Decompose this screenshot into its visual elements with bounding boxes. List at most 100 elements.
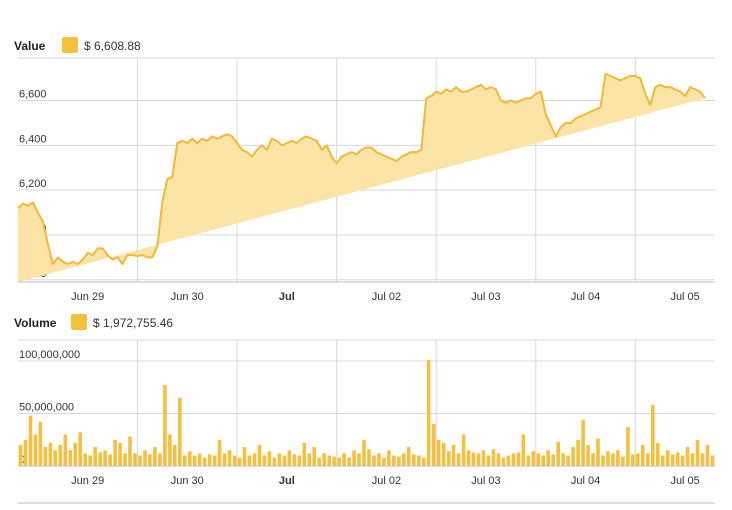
volume-bar bbox=[108, 454, 112, 466]
volume-legend: Volume $ 1,972,755.46 bbox=[14, 314, 173, 330]
x-tick-label: Jul 02 bbox=[372, 475, 401, 487]
price-volume-chart: Value $ 6,608.88 5,8006,0006,2006,4006,6… bbox=[0, 0, 732, 505]
volume-bar bbox=[303, 443, 307, 466]
volume-bar bbox=[367, 449, 371, 466]
volume-bar bbox=[273, 458, 277, 466]
volume-bar bbox=[686, 447, 690, 466]
volume-bar bbox=[586, 445, 590, 466]
volume-bar bbox=[113, 440, 117, 466]
volume-bar bbox=[83, 453, 87, 466]
volume-bar bbox=[487, 456, 491, 467]
volume-bar bbox=[546, 450, 550, 466]
volume-bar bbox=[507, 456, 511, 467]
volume-bar bbox=[492, 449, 496, 466]
volume-bar bbox=[611, 453, 615, 466]
volume-bar bbox=[203, 458, 207, 466]
volume-bar bbox=[208, 454, 212, 466]
volume-bar bbox=[98, 452, 102, 466]
volume-bar bbox=[342, 453, 346, 466]
volume-bar bbox=[382, 458, 386, 466]
volume-bar bbox=[591, 453, 595, 466]
volume-bar bbox=[556, 442, 560, 466]
volume-bar bbox=[357, 453, 361, 466]
volume-bar bbox=[581, 420, 585, 466]
volume-bar bbox=[248, 456, 252, 467]
volume-bar bbox=[54, 450, 58, 466]
volume-bar bbox=[437, 440, 441, 466]
volume-bar bbox=[606, 451, 610, 466]
volume-legend-amount: $ 1,972,755.46 bbox=[93, 316, 173, 330]
volume-bar bbox=[517, 452, 521, 466]
volume-bar bbox=[377, 453, 381, 466]
volume-bar bbox=[497, 453, 501, 466]
volume-bar bbox=[233, 456, 237, 467]
volume-bar bbox=[298, 456, 302, 467]
volume-bar bbox=[103, 450, 107, 466]
volume-bar bbox=[402, 453, 406, 466]
volume-legend-swatch bbox=[71, 314, 87, 330]
volume-bar bbox=[566, 456, 570, 467]
volume-bar bbox=[676, 452, 680, 466]
volume-bar bbox=[541, 456, 545, 467]
volume-bar bbox=[477, 453, 481, 466]
y-tick-label: 50,000,000 bbox=[19, 402, 74, 414]
x-tick-label: Jul 03 bbox=[471, 475, 500, 487]
x-tick-label: Jul 04 bbox=[571, 475, 600, 487]
volume-bar bbox=[512, 453, 516, 466]
volume-bar bbox=[691, 453, 695, 466]
volume-bar bbox=[213, 456, 217, 467]
volume-bar bbox=[621, 457, 625, 466]
volume-bar bbox=[49, 443, 53, 466]
volume-bar bbox=[74, 443, 78, 466]
volume-bar bbox=[551, 454, 555, 466]
volume-bar bbox=[671, 454, 675, 466]
value-legend-swatch bbox=[62, 37, 78, 53]
volume-bar bbox=[228, 450, 232, 466]
y-tick-label: 100,000,000 bbox=[19, 349, 80, 361]
volume-bar bbox=[88, 456, 92, 467]
volume-bar bbox=[158, 453, 162, 466]
volume-bar bbox=[163, 385, 167, 466]
volume-bar bbox=[681, 456, 685, 467]
volume-bar bbox=[288, 450, 292, 466]
volume-bar bbox=[133, 453, 137, 466]
volume-bar bbox=[238, 458, 242, 466]
volume-bar bbox=[178, 398, 182, 466]
volume-bar bbox=[641, 445, 645, 466]
volume-bar bbox=[317, 458, 321, 466]
volume-bar bbox=[283, 456, 287, 467]
volume-bar bbox=[706, 445, 710, 466]
volume-bar bbox=[253, 453, 257, 466]
volume-bar bbox=[138, 456, 142, 467]
volume-bar bbox=[312, 447, 316, 466]
volume-bar bbox=[527, 456, 531, 467]
x-tick-label: Jul 03 bbox=[471, 291, 500, 303]
y-tick-label: 6,400 bbox=[19, 133, 47, 145]
volume-bar bbox=[387, 450, 391, 466]
volume-bar bbox=[153, 447, 157, 466]
volume-bar bbox=[596, 439, 600, 466]
volume-bar bbox=[646, 453, 650, 466]
volume-bar bbox=[522, 435, 526, 467]
volume-bar bbox=[327, 456, 331, 467]
volume-bar bbox=[372, 456, 376, 467]
volume-bar bbox=[651, 405, 655, 466]
volume-bar bbox=[412, 454, 416, 466]
volume-bar bbox=[502, 458, 506, 466]
volume-bar bbox=[407, 447, 411, 466]
volume-bar-chart: 050,000,000100,000,000Jun 29Jun 30JulJul… bbox=[18, 340, 715, 487]
x-tick-label: Jun 29 bbox=[71, 475, 104, 487]
volume-bar bbox=[337, 458, 341, 466]
volume-bar bbox=[123, 453, 127, 466]
volume-bar bbox=[128, 437, 132, 466]
volume-bar bbox=[168, 435, 172, 467]
volume-bar bbox=[362, 440, 366, 466]
volume-bar bbox=[626, 427, 630, 466]
volume-bar bbox=[39, 422, 43, 466]
volume-bar bbox=[332, 457, 336, 466]
volume-bar bbox=[571, 447, 575, 466]
x-tick-label: Jul 05 bbox=[670, 475, 699, 487]
volume-bar bbox=[173, 445, 177, 466]
volume-bar bbox=[696, 440, 700, 466]
volume-bar bbox=[442, 443, 446, 466]
